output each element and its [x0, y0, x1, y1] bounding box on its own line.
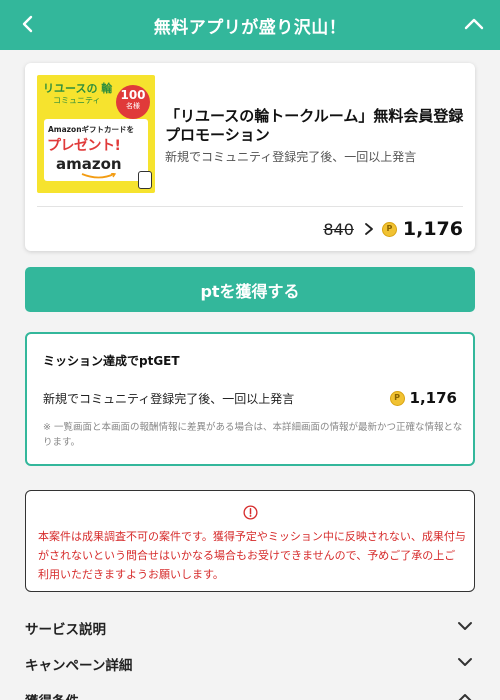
accordion-label: 獲得条件 [25, 690, 79, 700]
get-points-button[interactable]: ptを獲得する [25, 267, 475, 312]
accordion-acquisition-conditions[interactable]: 獲得条件 [25, 684, 475, 700]
thumb-gift-panel: Amazonギフトカードを プレゼント! amazon [44, 119, 148, 181]
thumb-present-text: プレゼント! [47, 138, 121, 154]
mission-condition: 新規でコミュニティ登録完了後、一回以上発言 [43, 392, 295, 406]
accordion-label: サービス説明 [25, 622, 106, 638]
warning-text: 本案件は成果調査不可の案件です。獲得予定やミッション中に反映されない、成果付与が… [38, 530, 466, 581]
thumb-amazon-logo: amazon [56, 155, 122, 173]
back-button[interactable] [14, 10, 42, 38]
amazon-smile-icon [81, 173, 117, 179]
phone-doodle-icon [138, 171, 152, 189]
thumb-count-badge: 100 名様 [116, 85, 150, 119]
mission-row: 新規でコミュニティ登録完了後、一回以上発言 P 1,176 [43, 386, 457, 410]
mission-points: P 1,176 [389, 386, 457, 410]
point-coin-icon: P [381, 221, 397, 237]
badge-number: 100 [120, 88, 146, 102]
app-header: 無料アプリが盛り沢山！ [0, 0, 500, 50]
points-row: 840 P 1,176 [323, 217, 463, 241]
offer-card[interactable]: リユースの 輪 コミュニティ 100 名様 Amazonギフトカードを プレゼン… [25, 63, 475, 251]
new-points: 1,176 [402, 218, 463, 240]
chevron-down-icon [458, 622, 472, 630]
header-title: 無料アプリが盛り沢山！ [153, 17, 347, 38]
badge-unit: 名様 [126, 102, 140, 110]
mission-points-value: 1,176 [409, 389, 457, 407]
offer-title: 「リユースの輪トークルーム」無料会員登録プロモーション [165, 107, 464, 144]
chevron-right-icon [364, 223, 373, 235]
thumb-gift-text: Amazonギフトカードを [48, 125, 135, 134]
offer-subtitle: 新規でコミュニティ登録完了後、一回以上発言 [165, 150, 417, 164]
mission-box: ミッション達成でptGET 新規でコミュニティ登録完了後、一回以上発言 P 1,… [25, 332, 475, 466]
old-points: 840 [323, 219, 354, 239]
collapse-button[interactable] [460, 10, 488, 38]
point-coin-icon: P [389, 390, 405, 406]
thumb-brand-line: リユースの 輪 [43, 82, 113, 95]
get-points-label: ptを獲得する [200, 281, 300, 301]
alert-circle-icon [243, 505, 258, 520]
mission-note: ※ 一覧画面と本画面の報酬情報に差異がある場合は、本詳細画面の情報が最新かつ正確… [43, 422, 463, 448]
mission-heading: ミッション達成でptGET [43, 354, 180, 368]
accordion-campaign-details[interactable]: キャンペーン詳細 [25, 648, 475, 678]
accordion-service-description[interactable]: サービス説明 [25, 612, 475, 642]
chevron-down-icon [458, 658, 472, 666]
chevron-left-icon [22, 15, 33, 33]
thumb-community-line: コミュニティ [53, 96, 101, 105]
chevron-up-icon [464, 18, 484, 30]
card-divider [37, 206, 463, 207]
offer-thumbnail: リユースの 輪 コミュニティ 100 名様 Amazonギフトカードを プレゼン… [37, 75, 155, 193]
chevron-up-icon [458, 694, 472, 700]
accordion-label: キャンペーン詳細 [25, 658, 133, 674]
warning-box: 本案件は成果調査不可の案件です。獲得予定やミッション中に反映されない、成果付与が… [25, 490, 475, 592]
